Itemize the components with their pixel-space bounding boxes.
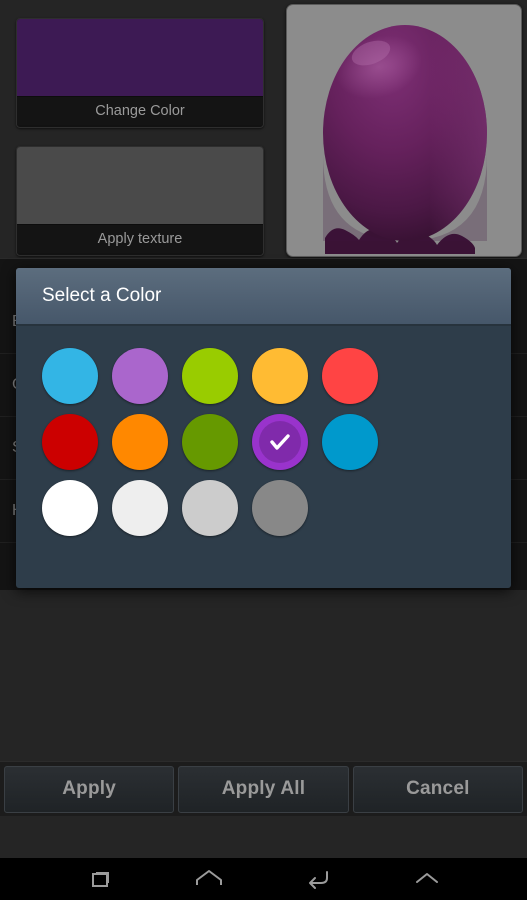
- swatch-off-white[interactable]: [112, 480, 168, 536]
- swatch-sky-blue[interactable]: [42, 348, 98, 404]
- select-color-dialog: Select a Color: [16, 268, 511, 588]
- swatch-row: [16, 414, 511, 470]
- recents-icon[interactable]: [78, 863, 122, 895]
- dialog-title-text: Select a Color: [42, 285, 162, 306]
- apply-button[interactable]: Apply: [4, 765, 175, 813]
- home-icon[interactable]: [187, 863, 231, 895]
- swatch-dark-cyan[interactable]: [322, 414, 378, 470]
- dialog-body: [16, 326, 511, 562]
- swatch-purple[interactable]: [252, 414, 308, 470]
- swatch-olive-green[interactable]: [182, 414, 238, 470]
- editor-screen: Change Color Apply texture Select a Colo…: [0, 0, 527, 858]
- action-bar: Apply Apply All Cancel: [0, 761, 527, 816]
- swatch-crimson[interactable]: [42, 414, 98, 470]
- swatch-light-gray[interactable]: [182, 480, 238, 536]
- cancel-button[interactable]: Cancel: [352, 765, 523, 813]
- apply-all-button[interactable]: Apply All: [178, 765, 349, 813]
- swatch-white[interactable]: [42, 480, 98, 536]
- swatch-orange[interactable]: [112, 414, 168, 470]
- swatch-amber[interactable]: [252, 348, 308, 404]
- back-icon[interactable]: [296, 863, 340, 895]
- dialog-title-bar: Select a Color: [16, 268, 511, 326]
- swatch-lime-green[interactable]: [182, 348, 238, 404]
- swatch-row: [16, 348, 511, 404]
- app-root: Change Color Apply texture Select a Colo…: [0, 0, 527, 900]
- swatch-coral-red[interactable]: [322, 348, 378, 404]
- swatch-light-purple[interactable]: [112, 348, 168, 404]
- chevron-up-icon[interactable]: [405, 863, 449, 895]
- swatch-gray[interactable]: [252, 480, 308, 536]
- check-icon: [252, 414, 308, 470]
- swatch-row: [16, 480, 511, 536]
- android-nav-bar: [0, 858, 527, 900]
